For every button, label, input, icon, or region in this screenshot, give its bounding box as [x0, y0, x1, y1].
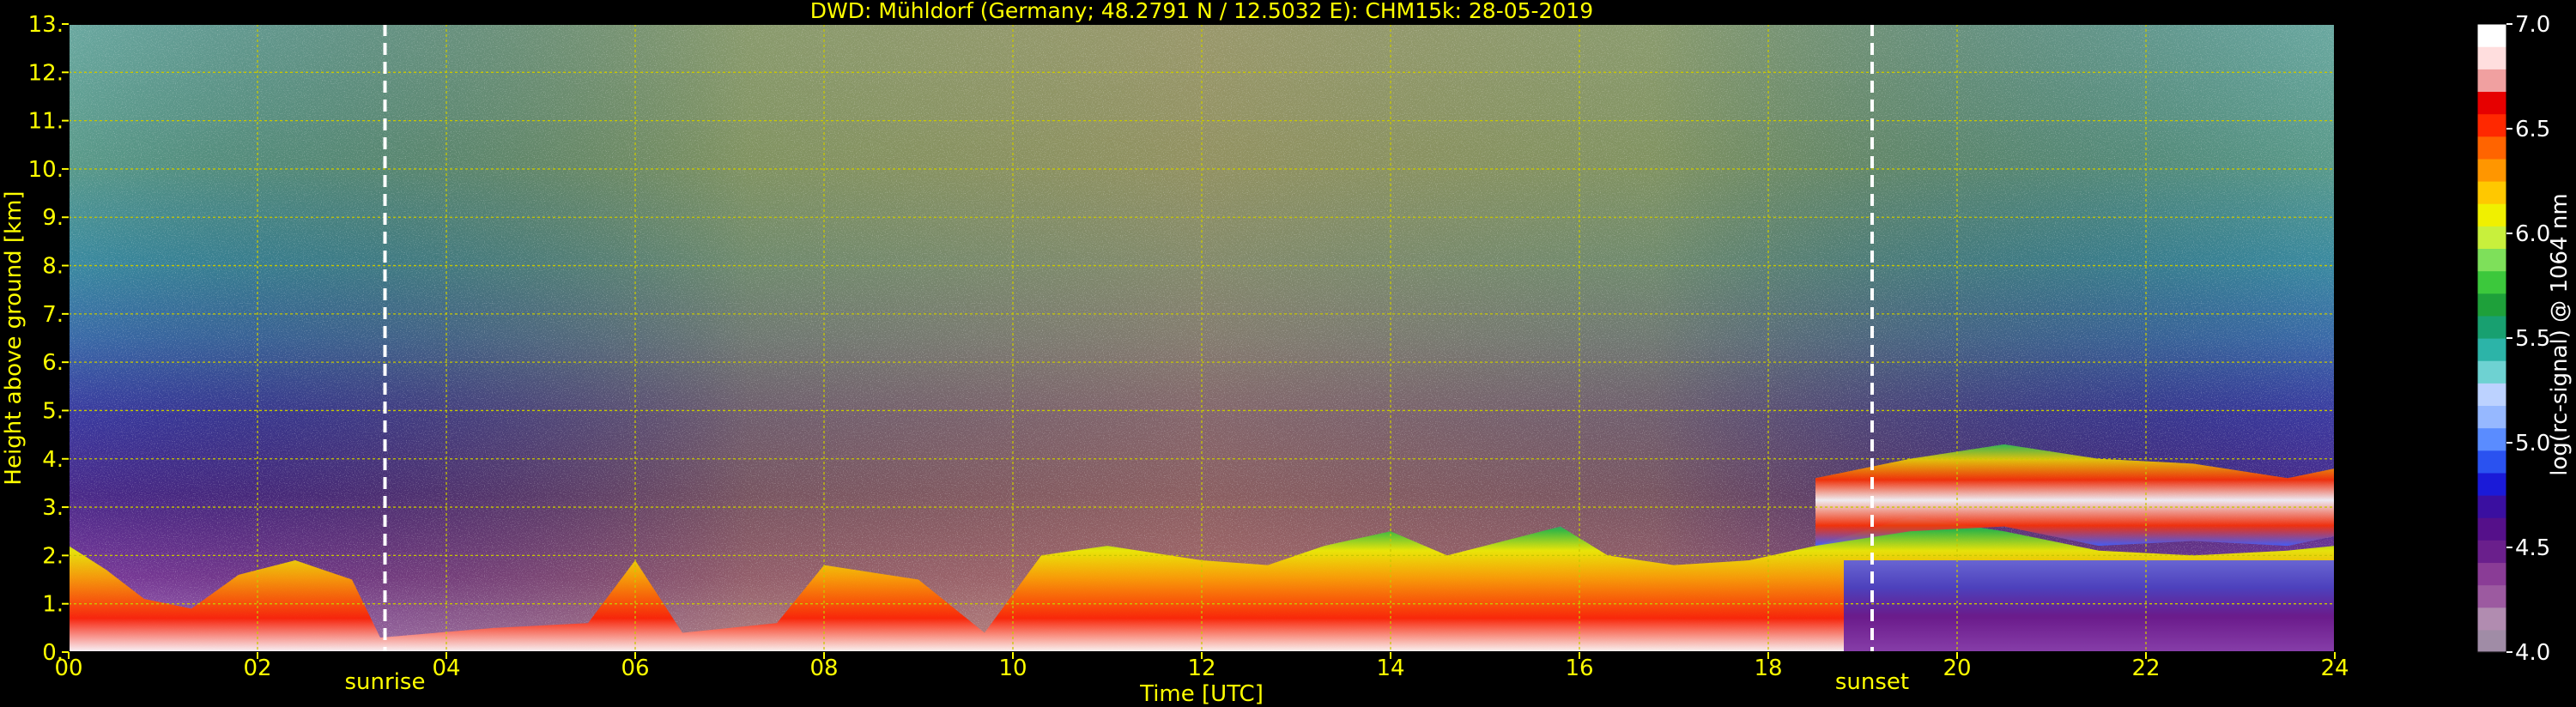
colorbar-tick-label: 4.5 [2515, 535, 2550, 561]
colorbar-segment [2477, 270, 2506, 294]
colorbar-segment [2477, 181, 2506, 204]
y-tick-label: 5. [42, 398, 64, 424]
x-axis-label: Time [UTC] [1139, 681, 1264, 707]
colorbar-segment [2477, 113, 2506, 137]
y-tick-label: 9. [42, 205, 64, 231]
y-tick-label: 3. [42, 495, 64, 521]
colorbar-segment [2477, 427, 2506, 451]
x-tick-label: 14 [1376, 656, 1404, 681]
colorbar: 4.0 4.5 5.0 5.5 6.0 6.5 7.0 [2476, 12, 2550, 666]
colorbar-segment [2477, 584, 2506, 608]
x-tick-label: 10 [998, 656, 1027, 681]
y-tick-label: 10. [28, 157, 64, 183]
x-tick-label: 06 [621, 656, 649, 681]
colorbar-segment [2477, 248, 2506, 272]
colorbar-segment [2477, 405, 2506, 429]
colorbar-segment [2477, 495, 2506, 518]
y-tick-label: 0. [42, 640, 64, 666]
y-tick-label: 8. [42, 254, 64, 280]
x-tick-label: 02 [243, 656, 271, 681]
colorbar-segment [2477, 517, 2506, 541]
colorbar-segment [2477, 472, 2506, 496]
y-tick-label: 6. [42, 350, 64, 376]
colorbar-segment [2477, 450, 2506, 474]
y-tick-label: 1. [42, 592, 64, 618]
x-tick-label: 08 [809, 656, 838, 681]
colorbar-segment [2477, 562, 2506, 586]
colorbar-tick-label: 4.0 [2515, 640, 2550, 666]
colorbar-segment [2477, 607, 2506, 631]
colorbar-segment [2477, 293, 2506, 317]
colorbar-segment [2477, 540, 2506, 564]
x-tick-label: 04 [432, 656, 460, 681]
x-tick-label: 12 [1187, 656, 1215, 681]
y-tick-label: 12. [28, 60, 64, 86]
y-tick-label: 11. [28, 109, 64, 135]
x-tick-label: 18 [1754, 656, 1782, 681]
x-tick-label: 22 [2131, 656, 2160, 681]
lidar-ceilometer-chart: DWD: Mühldorf (Germany; 48.2791 N / 12.5… [1, 0, 2573, 707]
chart-title: DWD: Mühldorf (Germany; 48.2791 N / 12.5… [810, 0, 1593, 23]
colorbar-segment [2477, 383, 2506, 407]
colorbar-segment [2477, 46, 2506, 69]
colorbar-segment [2477, 91, 2506, 115]
marker-label-sunset: sunset [1835, 669, 1909, 695]
colorbar-tick-label: 5.0 [2515, 431, 2550, 456]
y-tick-label: 7. [42, 302, 64, 328]
residual-layer [1844, 560, 2335, 652]
colorbar-segment [2477, 136, 2506, 160]
colorbar-tick-label: 6.5 [2515, 117, 2550, 142]
y-axis: 0. 1. 2. 3. 4. 5. 6. 7. 8. 9. 10. 11. 12. 13. [28, 12, 69, 666]
colorbar-label: log(rc-signal) @ 1064 nm [2547, 193, 2573, 475]
colorbar-tick-label: 7.0 [2515, 12, 2550, 38]
colorbar-segment [2477, 158, 2506, 182]
y-tick-label: 2. [42, 543, 64, 569]
colorbar-segment [2477, 69, 2506, 93]
colorbar-segment [2477, 338, 2506, 361]
colorbar-segment [2477, 315, 2506, 339]
colorbar-segment [2477, 360, 2506, 384]
x-tick-label: 16 [1565, 656, 1593, 681]
colorbar-tick-label: 6.0 [2515, 221, 2550, 247]
colorbar-segment [2477, 226, 2506, 250]
y-tick-label: 4. [42, 447, 64, 473]
x-tick-label: 24 [2320, 656, 2349, 681]
marker-label-sunrise: sunrise [345, 669, 426, 695]
y-axis-label: Height above ground [km] [1, 190, 27, 485]
x-tick-label: 20 [1943, 656, 1971, 681]
y-tick-label: 13. [28, 12, 64, 38]
colorbar-tick-label: 5.5 [2515, 326, 2550, 352]
plot-area [68, 23, 2336, 653]
colorbar-segment [2477, 629, 2506, 653]
colorbar-segment [2477, 24, 2506, 47]
colorbar-segment [2477, 203, 2506, 227]
